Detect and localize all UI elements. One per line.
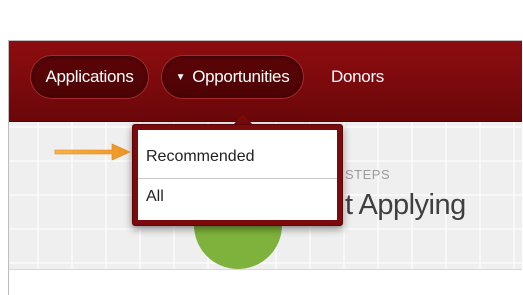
nav-opportunities-button[interactable]: ▼ Opportunities [161, 55, 304, 99]
annotation-arrow-icon [54, 143, 131, 161]
top-navbar: Applications ▼ Opportunities Donors [9, 41, 522, 122]
nav-donors-label: Donors [331, 67, 385, 86]
dropdown-item-all[interactable]: All [138, 177, 337, 217]
caret-down-icon: ▼ [175, 71, 186, 83]
nav-applications-label: Applications [45, 67, 134, 86]
nav-opportunities-label: Opportunities [192, 67, 290, 86]
dropdown-list: Recommended All [138, 130, 337, 220]
steps-label: STEPS [345, 167, 391, 182]
content-footer-strip [9, 269, 522, 295]
dropdown-item-recommended[interactable]: Recommended [138, 137, 337, 177]
nav-donors-link[interactable]: Donors [331, 55, 384, 99]
page-heading: t Applying [345, 189, 466, 221]
nav-applications-button[interactable]: Applications [30, 55, 149, 99]
opportunities-dropdown-menu: Recommended All [132, 124, 343, 226]
